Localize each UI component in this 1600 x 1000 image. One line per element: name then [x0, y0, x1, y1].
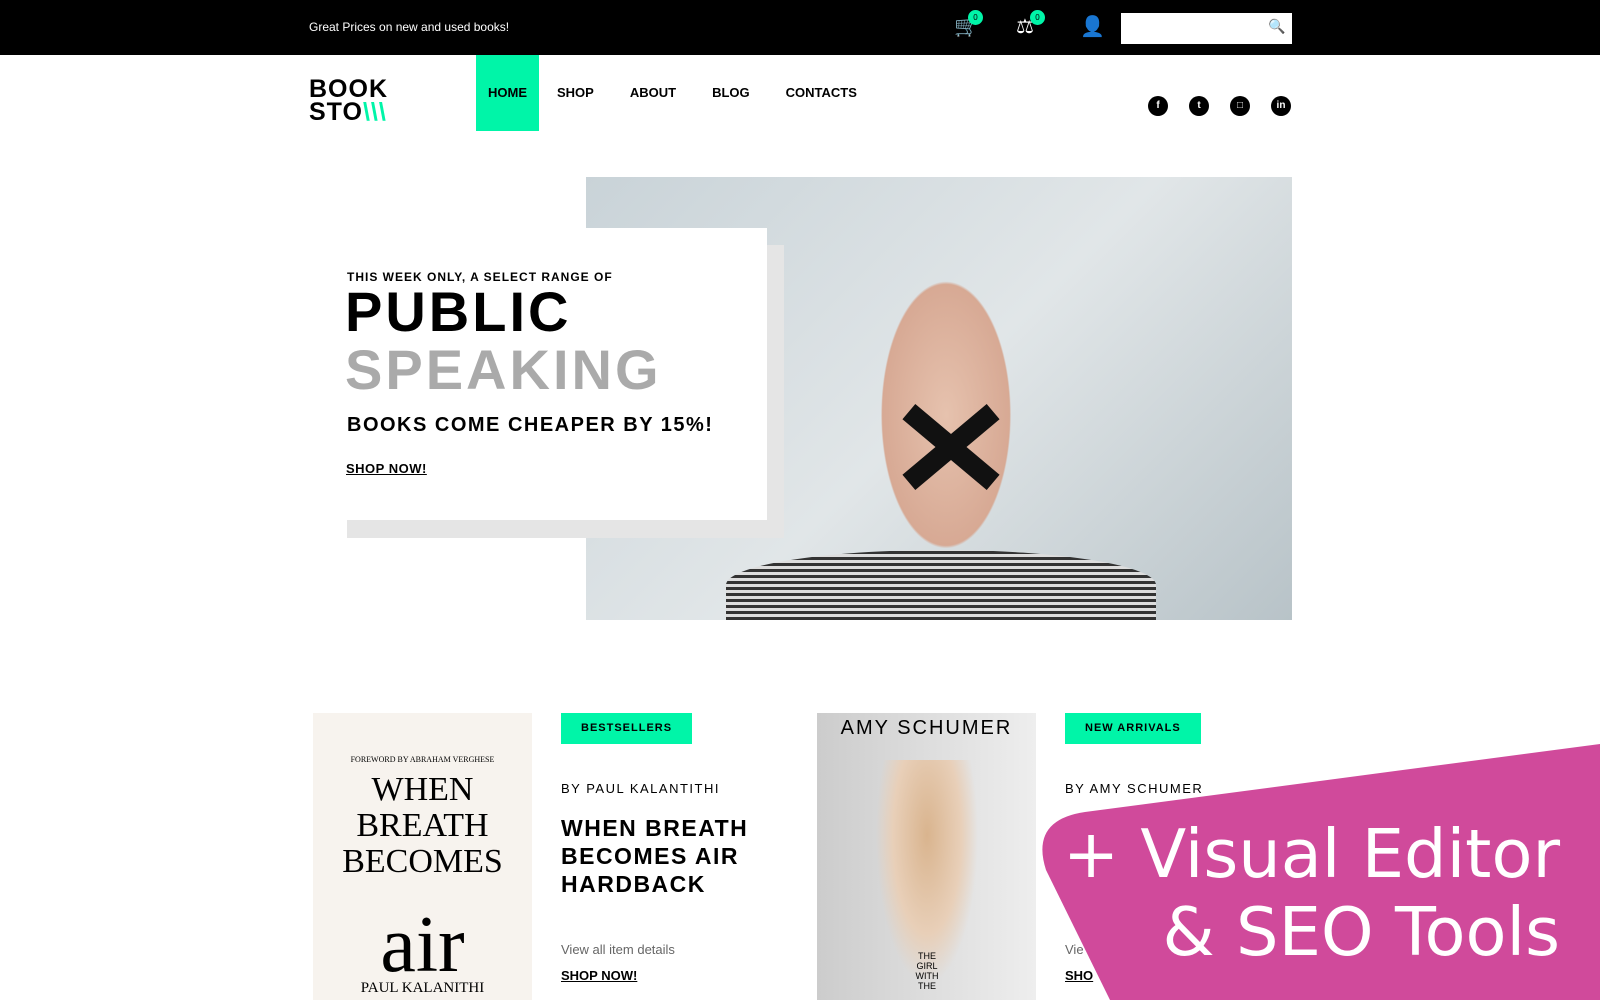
banner-line2: & SEO Tools [1162, 893, 1561, 971]
banner-line1: + Visual Editor [1062, 815, 1560, 893]
banner-text: + Visual Editor & SEO Tools [1063, 815, 1560, 971]
